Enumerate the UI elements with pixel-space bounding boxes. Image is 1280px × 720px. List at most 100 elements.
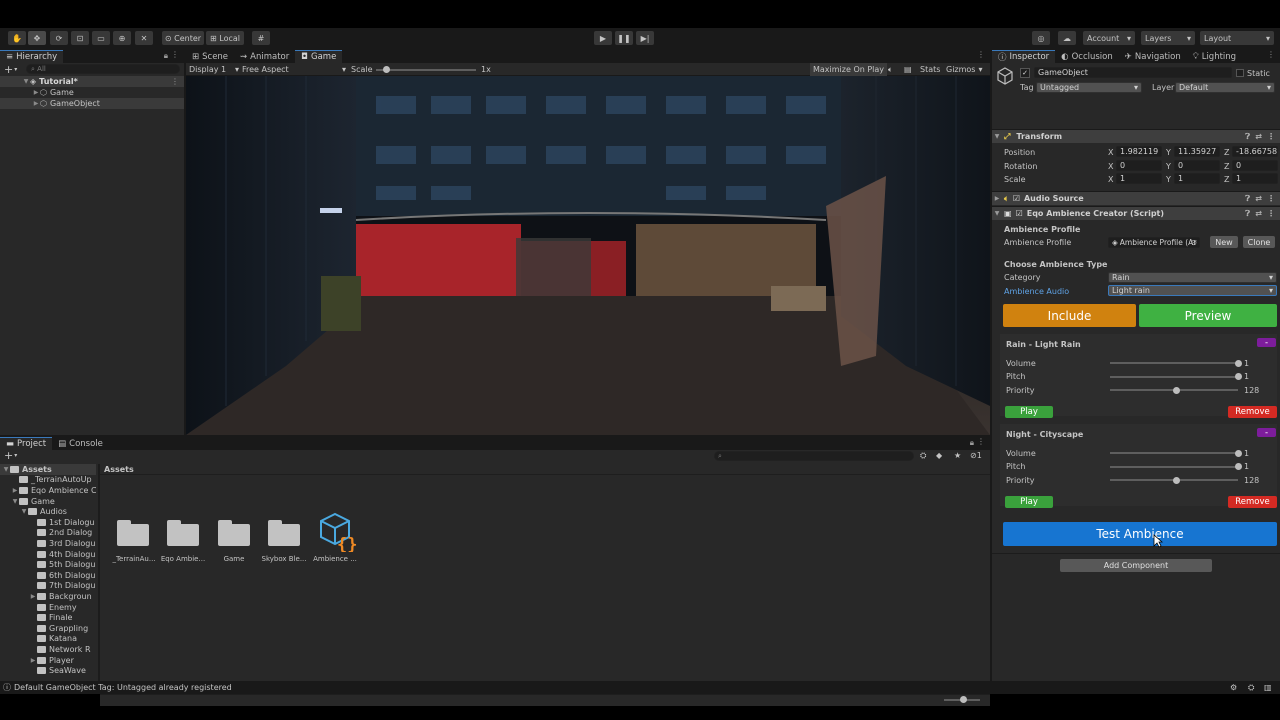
expand-arrow-icon[interactable]: ▶ (992, 195, 1002, 202)
remove-button[interactable]: Remove (1228, 496, 1277, 508)
ambience-audio-dropdown[interactable]: Light rain ▾ (1108, 285, 1277, 296)
pitch-slider[interactable] (1110, 465, 1238, 468)
project-tree-item[interactable]: Network R (0, 644, 96, 655)
tree-divider[interactable] (98, 464, 100, 681)
position-x-field[interactable]: 1.982119 (1116, 146, 1162, 157)
category-dropdown[interactable]: Rain ▾ (1108, 272, 1277, 283)
scale-x-field[interactable]: 1 (1116, 173, 1162, 184)
enabled-checkbox[interactable]: ☑ (1016, 209, 1023, 218)
pitch-value[interactable]: 1 (1244, 372, 1249, 382)
create-button[interactable]: + ▾ (4, 449, 17, 462)
collapse-entry-button[interactable]: - (1257, 338, 1276, 348)
tab-scene[interactable]: ⊞ Scene (186, 50, 234, 63)
collab-icon[interactable]: ◎ (1032, 31, 1050, 45)
expand-arrow-icon[interactable]: ▶ (32, 100, 40, 107)
project-tree-item[interactable]: ▼ Audios (0, 506, 96, 517)
project-tree-item[interactable]: 3rd Dialogu (0, 538, 96, 549)
pitch-value[interactable]: 1 (1244, 462, 1249, 472)
project-tree-item[interactable]: 7th Dialogu (0, 581, 96, 592)
position-y-field[interactable]: 11.35927 (1174, 146, 1220, 157)
axis-z-label[interactable]: Z (1224, 161, 1229, 171)
asset-label[interactable]: Eqo Ambie... (157, 555, 209, 563)
tab-game[interactable]: ◘ Game (295, 50, 343, 63)
tab-occlusion[interactable]: ◐ Occlusion (1055, 50, 1119, 63)
project-tree-item[interactable]: _TerrainAutoUp (0, 475, 96, 486)
axis-x-label[interactable]: X (1108, 161, 1113, 171)
add-button[interactable]: + ▾ (4, 63, 17, 76)
layer-dropdown[interactable]: Default ▾ (1175, 82, 1275, 93)
axis-z-label[interactable]: Z (1224, 174, 1229, 184)
more-icon[interactable]: ⋮ (171, 77, 179, 86)
lock-icon[interactable]: 🔒︎ (970, 438, 974, 448)
expand-arrow-icon[interactable]: ▶ (32, 89, 40, 96)
tag-dropdown[interactable]: Untagged ▾ (1036, 82, 1142, 93)
project-tree-item[interactable]: Finale (0, 612, 96, 623)
volume-value[interactable]: 1 (1244, 448, 1249, 458)
pitch-slider[interactable] (1110, 375, 1238, 378)
project-tree-item[interactable]: ▶ Eqo Ambience C (0, 485, 96, 496)
script-header[interactable]: ▼ ▣ ☑ Eqo Ambience Creator (Script) ❓︎ ⇄… (992, 206, 1280, 220)
folder-icon[interactable] (167, 520, 201, 546)
more-icon[interactable]: ⋮ (171, 50, 179, 59)
project-tree-item[interactable]: Grappling (0, 623, 96, 634)
add-component-button[interactable]: Add Component (1060, 559, 1212, 572)
presets-icon[interactable]: ⇄ (1255, 132, 1262, 141)
progress-icon[interactable]: ⚙ (1230, 682, 1237, 693)
include-button[interactable]: Include (1003, 304, 1136, 327)
asset-label[interactable]: Ambience ... (309, 555, 361, 563)
more-icon[interactable]: ⋮ (977, 437, 985, 446)
audio-source-header[interactable]: ▶ 🔈︎ ☑ Audio Source ❓︎ ⇄ ⋮ (992, 191, 1280, 205)
project-tree-item[interactable]: ▶ Player (0, 655, 96, 666)
test-ambience-button[interactable]: Test Ambience (1003, 522, 1277, 546)
hierarchy-item-game[interactable]: ▶ ⬡ Game (0, 87, 184, 98)
layers-dropdown[interactable]: Layers ▾ (1141, 31, 1195, 45)
rotation-z-field[interactable]: 0 (1232, 160, 1278, 171)
move-tool-icon[interactable]: ✥ (28, 31, 46, 45)
expand-arrow-icon[interactable]: ▶ (11, 487, 19, 494)
asset-label[interactable]: _TerrainAu... (108, 555, 160, 563)
more-icon[interactable]: ⋮ (1267, 50, 1275, 59)
presets-icon[interactable]: ⇄ (1255, 194, 1262, 203)
object-picker-icon[interactable]: ⊙ (1191, 238, 1197, 247)
pivot-center-toggle[interactable]: ⊙ Center (162, 31, 204, 45)
preview-button[interactable]: Preview (1139, 304, 1277, 327)
help-icon[interactable]: ❓︎ (1245, 132, 1250, 142)
hierarchy-search-input[interactable]: ⌕ All (26, 64, 180, 74)
collapse-entry-button[interactable]: - (1257, 428, 1276, 438)
pause-button[interactable]: ❚❚ (615, 31, 633, 45)
tab-navigation[interactable]: ✈ Navigation (1119, 50, 1187, 63)
axis-x-label[interactable]: X (1108, 174, 1113, 184)
search-by-label-icon[interactable]: ◆ (936, 450, 942, 461)
tab-animator[interactable]: ⇝ Animator (234, 50, 295, 63)
account-dropdown[interactable]: Account ▾ (1083, 31, 1135, 45)
search-by-type-icon[interactable]: ⛭ (920, 450, 926, 461)
project-tree-item[interactable]: Katana (0, 634, 96, 645)
expand-arrow-icon[interactable]: ▶ (29, 657, 37, 664)
object-name-field[interactable]: GameObject (1034, 67, 1232, 78)
folder-icon[interactable] (268, 520, 302, 546)
aspect-dropdown[interactable]: Free Aspect ▾ (242, 64, 346, 75)
help-icon[interactable]: ❓︎ (1245, 194, 1250, 204)
rotation-y-field[interactable]: 0 (1174, 160, 1220, 171)
axis-y-label[interactable]: Y (1166, 161, 1171, 171)
project-tree-item[interactable]: ▶ Backgroun (0, 591, 96, 602)
volume-slider-knob[interactable] (1235, 359, 1242, 367)
folder-icon[interactable] (117, 520, 151, 546)
priority-slider-knob[interactable] (1172, 476, 1180, 484)
new-profile-button[interactable]: New (1210, 236, 1238, 248)
gizmos-dropdown[interactable]: Gizmos ▾ (946, 64, 983, 75)
static-toggle[interactable]: Static (1236, 68, 1270, 78)
scale-z-field[interactable]: 1 (1232, 173, 1278, 184)
asset-label[interactable]: Skybox Ble... (258, 555, 310, 563)
asset-label[interactable]: Game (208, 555, 260, 563)
debug-icon[interactable]: ⛭ (1248, 682, 1254, 693)
expand-arrow-icon[interactable]: ▼ (20, 508, 28, 515)
tab-inspector[interactable]: ⓘ Inspector (992, 50, 1056, 63)
expand-arrow-icon[interactable]: ▼ (2, 466, 10, 473)
scale-slider[interactable] (376, 69, 476, 71)
volume-slider[interactable] (1110, 452, 1238, 454)
play-button[interactable]: Play (1005, 496, 1053, 508)
pitch-slider-knob[interactable] (1235, 373, 1242, 380)
project-tree-item[interactable]: 6th Dialogu (0, 570, 96, 581)
layout-dropdown[interactable]: Layout ▾ (1200, 31, 1274, 45)
